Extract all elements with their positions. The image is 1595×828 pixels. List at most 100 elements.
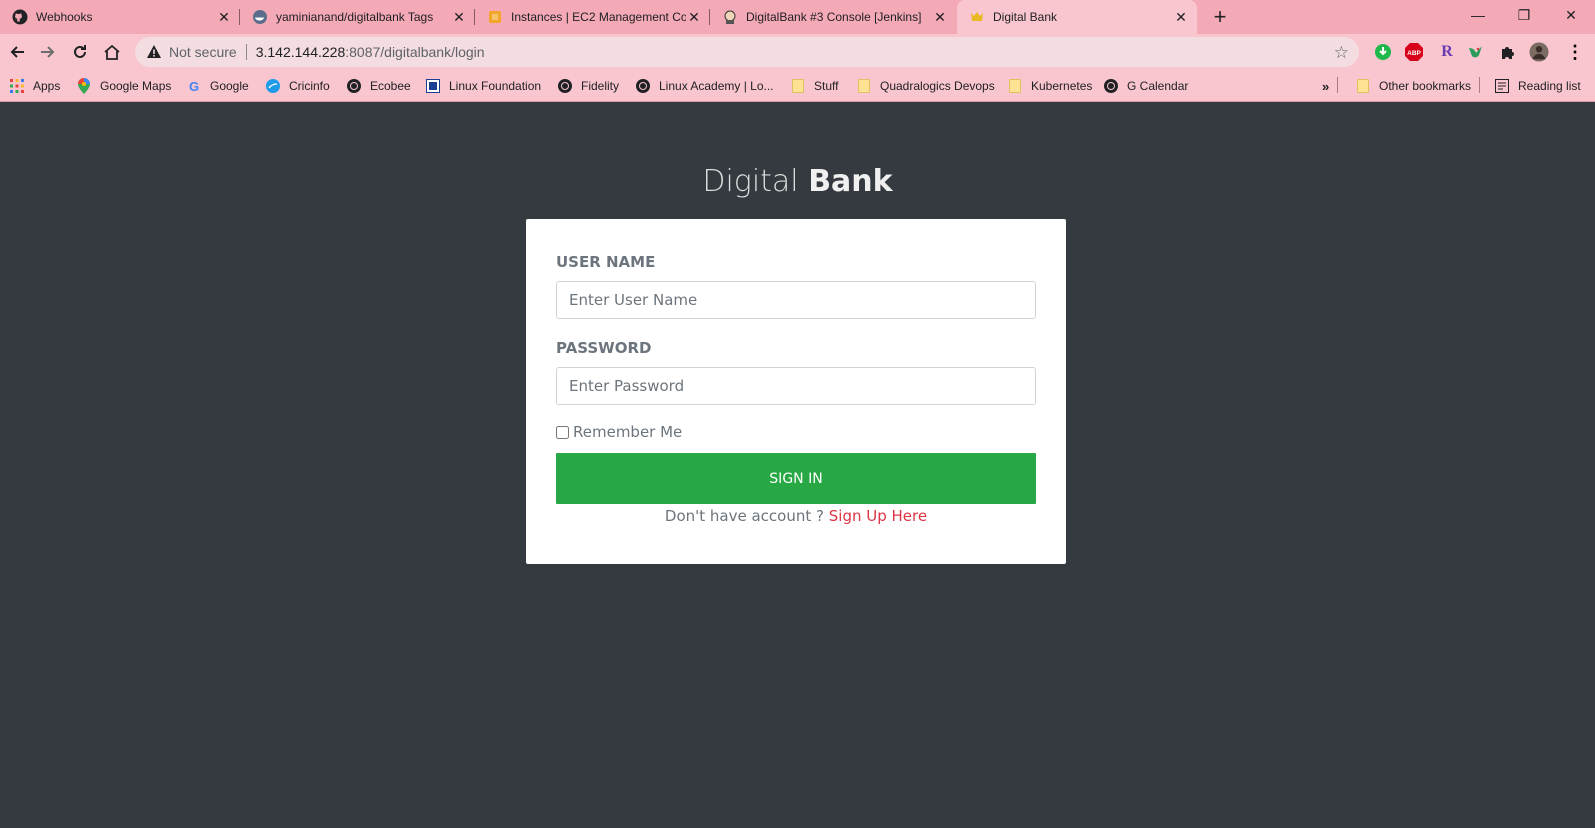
chrome-divider bbox=[0, 101, 1595, 102]
close-icon[interactable]: ✕ bbox=[216, 9, 232, 25]
close-icon[interactable]: ✕ bbox=[451, 9, 467, 25]
bookmark-folder-stuff[interactable]: Stuff bbox=[790, 77, 838, 95]
tab-title: Webhooks bbox=[36, 10, 93, 24]
home-button[interactable] bbox=[98, 38, 126, 66]
cricinfo-icon bbox=[265, 78, 281, 94]
login-card: USER NAME PASSWORD Remember Me SIGN IN D… bbox=[526, 219, 1066, 564]
apps-grid-icon bbox=[9, 78, 25, 94]
arrow-right-icon bbox=[41, 46, 55, 58]
adblock-label: ABP bbox=[1407, 50, 1421, 57]
tab-digital-bank[interactable]: Digital Bank ✕ bbox=[957, 0, 1197, 34]
bookmark-label: Google bbox=[210, 79, 249, 93]
linux-foundation-icon bbox=[425, 78, 441, 94]
url-path: :8087/digitalbank/login bbox=[345, 44, 485, 60]
address-bar[interactable]: Not secure 3.142.144.228:8087/digitalban… bbox=[135, 37, 1359, 67]
tab-ec2-instances[interactable]: Instances | EC2 Management Con ✕ bbox=[475, 0, 710, 34]
globe-icon bbox=[1103, 78, 1119, 94]
no-account-text: Don't have account ? bbox=[664, 507, 824, 525]
star-icon[interactable]: ☆ bbox=[1334, 43, 1349, 63]
new-tab-button[interactable]: + bbox=[1208, 5, 1232, 29]
bookmark-label: Linux Academy | Lo... bbox=[659, 79, 774, 93]
bookmark-label: Kubernetes bbox=[1031, 79, 1093, 93]
tab-jenkins-console[interactable]: DigitalBank #3 Console [Jenkins] ✕ bbox=[710, 0, 956, 34]
folder-icon bbox=[856, 78, 872, 94]
adblock-icon[interactable]: ABP bbox=[1404, 42, 1424, 62]
globe-icon bbox=[346, 78, 362, 94]
window-close-button[interactable]: ✕ bbox=[1548, 0, 1594, 30]
warning-icon[interactable] bbox=[145, 44, 163, 60]
bookmark-g-calendar[interactable]: G Calendar bbox=[1103, 77, 1188, 95]
bank-icon bbox=[969, 9, 985, 25]
tab-title: Digital Bank bbox=[993, 10, 1058, 24]
bookmark-other-bookmarks[interactable]: Other bookmarks bbox=[1355, 77, 1471, 95]
signup-prompt: Don't have account ? Sign Up Here bbox=[526, 507, 1066, 525]
browser-chrome: Webhooks ✕ yaminianand/digitalbank Tags … bbox=[0, 0, 1595, 102]
close-icon[interactable]: ✕ bbox=[1173, 9, 1189, 25]
bookmark-label: Linux Foundation bbox=[449, 79, 542, 93]
forward-button[interactable] bbox=[34, 38, 62, 66]
sign-up-link[interactable]: Sign Up Here bbox=[829, 507, 927, 525]
remember-me-label: Remember Me bbox=[573, 423, 683, 441]
bookmark-cricinfo[interactable]: Cricinfo bbox=[265, 77, 330, 95]
security-status[interactable]: Not secure bbox=[169, 44, 237, 60]
bookmark-label: Google Maps bbox=[100, 79, 172, 93]
reading-list-button[interactable]: Reading list bbox=[1494, 77, 1581, 95]
bookmark-apps[interactable]: Apps bbox=[9, 77, 60, 95]
bookmark-label: Ecobee bbox=[370, 79, 411, 93]
password-input[interactable] bbox=[556, 367, 1036, 405]
remember-me[interactable]: Remember Me bbox=[556, 423, 682, 441]
reload-icon bbox=[74, 45, 86, 58]
restore-button[interactable]: ❐ bbox=[1501, 0, 1547, 30]
close-icon[interactable]: ✕ bbox=[932, 9, 948, 25]
r-extension-icon[interactable]: R bbox=[1437, 42, 1457, 62]
extension-green-icon[interactable] bbox=[1373, 42, 1393, 62]
avatar[interactable] bbox=[1529, 42, 1549, 62]
tab-digitalbank-tags[interactable]: yaminianand/digitalbank Tags ✕ bbox=[240, 0, 475, 34]
close-icon[interactable]: ✕ bbox=[686, 9, 702, 25]
hummingbird-extension-icon[interactable] bbox=[1466, 42, 1486, 62]
brand-light: Digital bbox=[702, 164, 799, 199]
bookmark-label: Fidelity bbox=[581, 79, 620, 93]
aws-icon bbox=[487, 9, 503, 25]
bookmark-linux-academy[interactable]: Linux Academy | Lo... bbox=[635, 77, 774, 95]
google-icon: G bbox=[188, 78, 200, 94]
menu-dots-icon[interactable]: ⋮ bbox=[1565, 42, 1585, 62]
reload-button[interactable] bbox=[66, 38, 94, 66]
tab-strip: Webhooks ✕ yaminianand/digitalbank Tags … bbox=[0, 0, 1595, 34]
folder-icon bbox=[1007, 78, 1023, 94]
brand-bold: Bank bbox=[808, 164, 893, 199]
bookmark-folder-quadralogics[interactable]: Quadralogics Devops bbox=[856, 77, 995, 95]
globe-icon bbox=[635, 78, 651, 94]
reading-list-label: Reading list bbox=[1518, 79, 1581, 93]
folder-icon bbox=[1355, 78, 1371, 94]
minimize-button[interactable]: — bbox=[1455, 0, 1501, 30]
bookmark-ecobee[interactable]: Ecobee bbox=[346, 77, 411, 95]
bookmark-label: Stuff bbox=[814, 79, 839, 93]
bookmarks-overflow-button[interactable]: » bbox=[1322, 77, 1329, 95]
bookmark-label: Apps bbox=[33, 79, 61, 93]
tab-title: Instances | EC2 Management Con bbox=[511, 10, 686, 24]
folder-icon bbox=[790, 78, 806, 94]
remember-me-checkbox[interactable] bbox=[556, 425, 569, 439]
url-host: 3.142.144.228 bbox=[255, 44, 346, 60]
tab-webhooks[interactable]: Webhooks ✕ bbox=[0, 0, 240, 34]
bookmark-label: Other bookmarks bbox=[1379, 79, 1472, 93]
username-input[interactable] bbox=[556, 281, 1036, 319]
bookmark-google[interactable]: G Google bbox=[186, 77, 249, 95]
browser-toolbar: Not secure 3.142.144.228:8087/digitalban… bbox=[0, 34, 1595, 70]
maps-pin-icon bbox=[76, 78, 92, 94]
jenkins-icon bbox=[722, 9, 738, 25]
bookmarks-bar: Apps Google Maps G Google Cricinfo Ecobe… bbox=[0, 70, 1595, 101]
sign-in-button[interactable]: SIGN IN bbox=[556, 453, 1036, 504]
bookmark-google-maps[interactable]: Google Maps bbox=[76, 77, 171, 95]
docker-icon bbox=[252, 9, 268, 25]
puzzle-icon[interactable] bbox=[1498, 42, 1518, 62]
github-icon bbox=[12, 9, 28, 25]
back-button[interactable] bbox=[3, 38, 31, 66]
bookmark-fidelity[interactable]: Fidelity bbox=[557, 77, 619, 95]
globe-icon bbox=[557, 78, 573, 94]
bookmark-folder-kubernetes[interactable]: Kubernetes bbox=[1007, 77, 1092, 95]
bookmark-linux-foundation[interactable]: Linux Foundation bbox=[425, 77, 541, 95]
arrow-left-icon bbox=[10, 46, 24, 58]
password-label: PASSWORD bbox=[556, 339, 652, 357]
